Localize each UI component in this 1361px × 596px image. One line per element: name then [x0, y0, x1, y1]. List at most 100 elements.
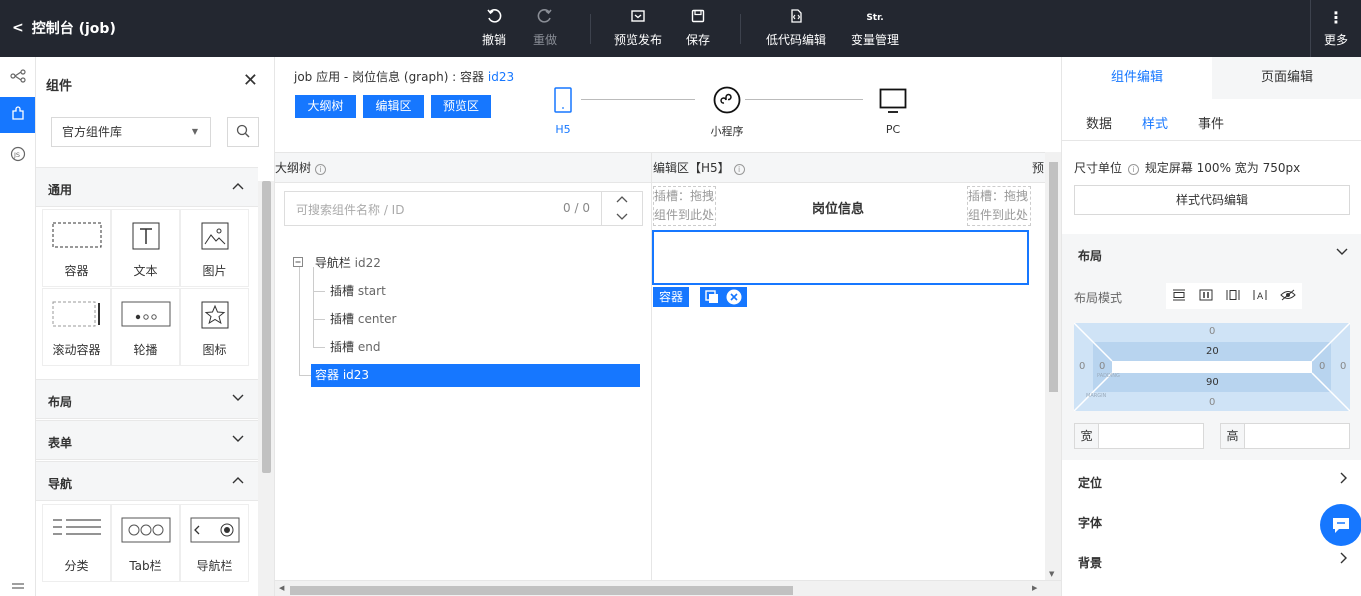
- height-field[interactable]: 高: [1220, 423, 1350, 449]
- close-icon[interactable]: ✕: [243, 70, 258, 91]
- tree-node-navbar[interactable]: 导航栏 id22: [293, 254, 381, 271]
- canvas-horizontal-scrollbar[interactable]: ◀ ▶: [275, 580, 1061, 596]
- page-title[interactable]: 岗位信息: [812, 198, 864, 217]
- save-button[interactable]: 保存: [668, 9, 728, 48]
- navbar-slot-right[interactable]: 插槽：拖拽 组件到此处: [967, 186, 1031, 226]
- delete-icon[interactable]: [726, 289, 742, 308]
- section-position[interactable]: 定位: [1062, 461, 1361, 501]
- back-button[interactable]: < 控制台 (job): [12, 18, 116, 38]
- view-outline-button[interactable]: 大纲树: [295, 95, 356, 118]
- section-font[interactable]: 字体: [1062, 501, 1361, 541]
- redo-button[interactable]: 重做: [515, 9, 575, 48]
- layout-flex-icon[interactable]: [1226, 289, 1240, 304]
- view-editor-button[interactable]: 编辑区: [363, 95, 424, 118]
- component-navbar[interactable]: 导航栏: [180, 504, 249, 582]
- component-category[interactable]: 分类: [42, 504, 111, 582]
- scrollbar-thumb[interactable]: [1049, 162, 1058, 392]
- tree-node-slot-end[interactable]: 插槽 end: [330, 338, 380, 355]
- info-icon[interactable]: i: [1127, 164, 1139, 175]
- selected-container[interactable]: [652, 230, 1029, 285]
- chevron-up-icon[interactable]: [616, 194, 628, 208]
- category-navigation[interactable]: 导航: [36, 461, 258, 501]
- tab-page-edit[interactable]: 页面编辑: [1212, 57, 1361, 99]
- chevron-down-icon[interactable]: [616, 211, 628, 225]
- width-field[interactable]: 宽: [1074, 423, 1204, 449]
- margin-right-value[interactable]: 0: [1340, 361, 1346, 372]
- canvas-vertical-scrollbar[interactable]: ▼: [1045, 152, 1061, 580]
- navbar-slot-left[interactable]: 插槽：拖拽 组件到此处: [653, 186, 716, 226]
- component-label: 容器: [64, 264, 89, 278]
- preview-publish-button[interactable]: 预览发布: [608, 9, 668, 48]
- node-id: start: [357, 284, 386, 298]
- list-icon: [10, 581, 26, 595]
- section-label: 背景: [1078, 556, 1103, 570]
- margin-left-value[interactable]: 0: [1079, 361, 1085, 372]
- layout-inline-icon[interactable]: [1199, 289, 1213, 304]
- rail-components-button[interactable]: [0, 97, 35, 133]
- tab-component-edit[interactable]: 组件编辑: [1062, 57, 1212, 99]
- more-vertical-icon: ⋮: [1328, 8, 1344, 27]
- component-container[interactable]: 容器: [42, 209, 111, 287]
- panel-scrollbar[interactable]: [258, 181, 274, 596]
- library-select-value: 官方组件库: [62, 125, 123, 139]
- subtab-style[interactable]: 样式: [1142, 113, 1168, 132]
- view-preview-button[interactable]: 预览区: [431, 95, 491, 118]
- lowcode-edit-button[interactable]: 低代码编辑: [761, 9, 831, 48]
- component-tabbar[interactable]: Tab栏: [111, 504, 180, 582]
- scroll-down-icon[interactable]: ▼: [1049, 570, 1054, 578]
- eye-hidden-icon[interactable]: [1279, 289, 1296, 304]
- component-text[interactable]: 文本: [111, 209, 180, 287]
- scroll-right-icon[interactable]: ▶: [1032, 584, 1037, 592]
- collapse-icon[interactable]: [293, 256, 307, 270]
- chevron-left-icon: <: [12, 20, 24, 36]
- svg-text:A: A: [1257, 292, 1264, 301]
- outline-search-input[interactable]: 可搜索组件名称 / ID 0 / 0: [284, 191, 643, 226]
- more-button[interactable]: ⋮ 更多: [1316, 9, 1356, 48]
- component-toolbar: [700, 287, 747, 307]
- component-image[interactable]: 图片: [180, 209, 249, 287]
- tree-node-slot-center[interactable]: 插槽 center: [330, 310, 396, 327]
- left-icon-rail: JS: [0, 57, 36, 596]
- rail-js-button[interactable]: JS: [0, 137, 35, 173]
- selected-component-tag[interactable]: 容器: [653, 287, 690, 307]
- subtab-data[interactable]: 数据: [1086, 113, 1112, 132]
- padding-bottom-value[interactable]: 90: [1206, 377, 1219, 388]
- padding-right-value[interactable]: 0: [1319, 361, 1325, 372]
- component-scroll-container[interactable]: 滚动容器: [42, 288, 111, 366]
- subtab-event[interactable]: 事件: [1198, 113, 1224, 132]
- component-icon[interactable]: 图标: [180, 288, 249, 366]
- library-select[interactable]: 官方组件库 ▼: [51, 117, 211, 147]
- padding-left-value[interactable]: 0: [1099, 361, 1105, 372]
- component-search-button[interactable]: [227, 117, 259, 147]
- chat-support-button[interactable]: [1320, 504, 1361, 546]
- layout-block-icon[interactable]: [1172, 289, 1186, 304]
- margin-top-value[interactable]: 0: [1209, 326, 1215, 337]
- breadcrumb-id: id23: [487, 70, 515, 84]
- section-background[interactable]: 背景: [1062, 541, 1361, 581]
- rail-outline-button[interactable]: [0, 59, 35, 95]
- padding-top-value[interactable]: 20: [1206, 346, 1219, 357]
- component-carousel[interactable]: 轮播: [111, 288, 180, 366]
- margin-bottom-value[interactable]: 0: [1209, 397, 1215, 408]
- style-code-edit-button[interactable]: 样式代码编辑: [1074, 185, 1350, 215]
- tree-node-slot-start[interactable]: 插槽 start: [330, 282, 386, 299]
- chevron-right-icon: [1340, 472, 1348, 488]
- category-form[interactable]: 表单: [36, 420, 258, 460]
- category-general[interactable]: 通用: [36, 167, 258, 207]
- toolbar-divider: [590, 14, 591, 44]
- category-layout[interactable]: 布局: [36, 379, 258, 419]
- device-miniprogram[interactable]: 小程序: [711, 86, 744, 138]
- section-layout[interactable]: 布局: [1062, 234, 1361, 275]
- device-h5[interactable]: H5: [553, 87, 573, 136]
- copy-icon[interactable]: [705, 290, 719, 307]
- tree-node-container-selected[interactable]: 容器 id23: [311, 364, 640, 387]
- layout-inline-text-icon[interactable]: A: [1253, 289, 1267, 304]
- info-icon: i: [315, 164, 327, 175]
- rail-list-button[interactable]: [0, 579, 35, 596]
- scrollbar-thumb[interactable]: [290, 586, 793, 595]
- scroll-left-icon[interactable]: ◀: [279, 584, 284, 592]
- scrollbar-thumb[interactable]: [262, 181, 271, 473]
- top-toolbar: < 控制台 (job) 撤销 重做 预览发布 保存 低代码编辑 Str. 变量管: [0, 0, 1361, 57]
- device-pc[interactable]: PC: [879, 88, 907, 136]
- variable-manage-button[interactable]: Str. 变量管理: [845, 9, 905, 48]
